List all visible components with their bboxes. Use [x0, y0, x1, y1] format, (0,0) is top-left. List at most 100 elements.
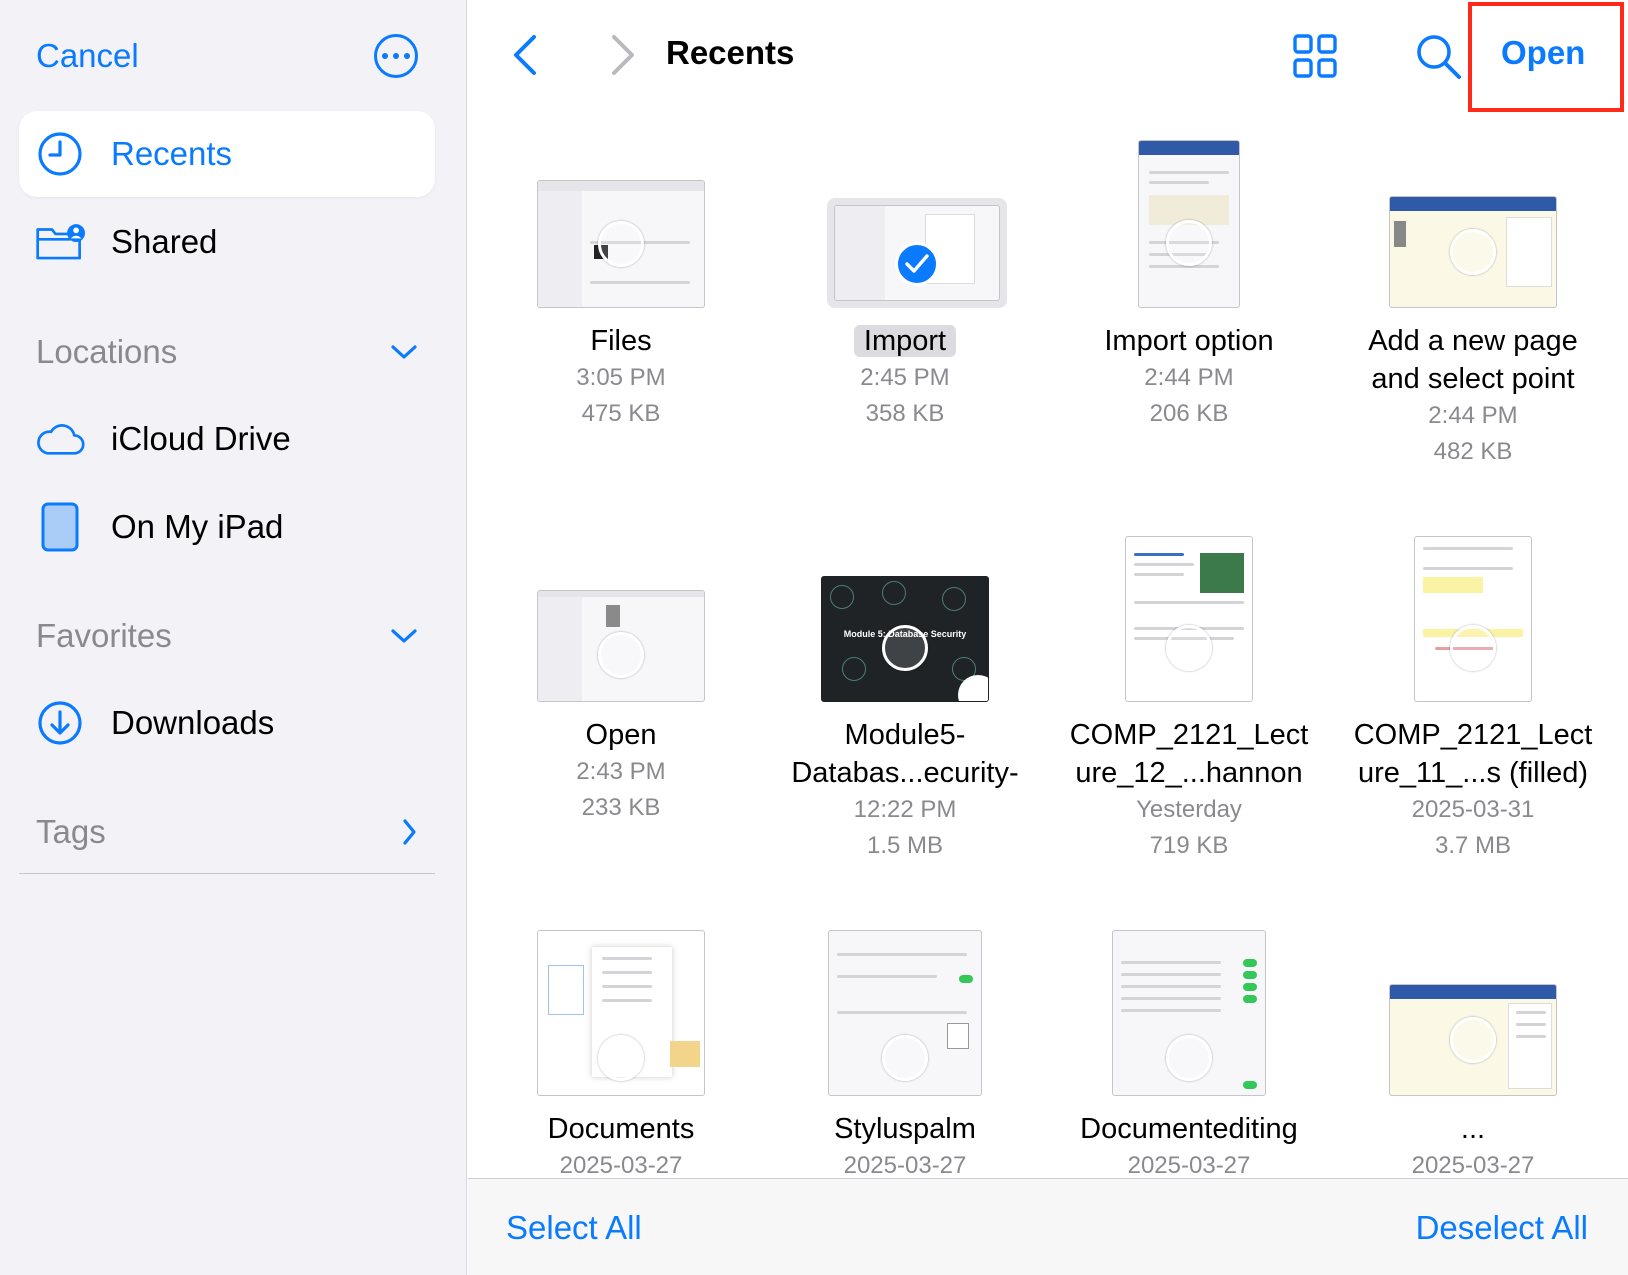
- sidebar-item-downloads[interactable]: Downloads: [19, 680, 435, 766]
- page-title: Recents: [666, 34, 795, 71]
- file-time: 2:43 PM: [576, 758, 666, 785]
- file-time: 2:45 PM: [860, 364, 950, 391]
- file-grid: Files 3:05 PM 475 KB Import 2:45 PM 358 …: [468, 112, 1628, 1178]
- sidebar-item-on-my-ipad[interactable]: On My iPad: [19, 484, 435, 570]
- file-thumbnail: [537, 590, 705, 702]
- file-name-line-2: ure_12_...hannon: [1075, 757, 1303, 789]
- file-name: Documents: [547, 1113, 695, 1145]
- file-time: Yesterday: [1136, 796, 1242, 823]
- file-size: 1.5 MB: [866, 832, 944, 859]
- file-time: 12:22 PM: [853, 796, 957, 823]
- sidebar-item-label: iCloud Drive: [111, 420, 291, 457]
- file-item-import[interactable]: Import 2:45 PM 358 KB: [763, 112, 1047, 432]
- clock-icon: [35, 129, 85, 179]
- sidebar-divider: [19, 873, 435, 874]
- file-item-documents[interactable]: Documents 2025-03-27: [479, 900, 763, 1178]
- file-item-import-option[interactable]: Import option 2:44 PM 206 KB: [1047, 112, 1331, 432]
- file-thumbnail: [537, 180, 705, 308]
- chevron-right-icon[interactable]: [602, 32, 642, 78]
- file-name: COMP_2121_Lect: [1353, 719, 1593, 751]
- sidebar-item-label: Shared: [111, 223, 218, 260]
- open-button[interactable]: Open: [1501, 34, 1585, 72]
- file-time: 2:44 PM: [1428, 402, 1518, 429]
- file-time: 2025-03-27: [559, 1152, 683, 1178]
- chevron-down-icon: [391, 345, 417, 359]
- deselect-all-button[interactable]: Deselect All: [1416, 1209, 1588, 1247]
- download-circle-icon: [35, 698, 85, 748]
- file-item-ellipsis[interactable]: ... 2025-03-27: [1331, 900, 1615, 1178]
- file-size: 358 KB: [865, 400, 945, 427]
- file-name: Styluspalm: [834, 1113, 976, 1145]
- shared-folder-icon: [35, 217, 85, 267]
- bottom-toolbar: Select All Deselect All: [468, 1178, 1628, 1275]
- file-size: 206 KB: [1149, 400, 1229, 427]
- file-item-open[interactable]: Open 2:43 PM 233 KB: [479, 506, 763, 826]
- file-name-line-2: ure_11_...s (filled): [1358, 757, 1588, 789]
- file-thumbnail: [1414, 536, 1532, 702]
- file-item-module5[interactable]: Module 5: Database Security Module5- Dat…: [763, 506, 1047, 864]
- tags-section-header[interactable]: Tags: [36, 807, 418, 857]
- file-item-comp-2121-lecture-11[interactable]: COMP_2121_Lect ure_11_...s (filled) 2025…: [1331, 506, 1615, 864]
- file-item-add-new-page[interactable]: Add a new page and select point 2:44 PM …: [1331, 112, 1615, 470]
- file-item-documentediting[interactable]: Documentediting 2025-03-27: [1047, 900, 1331, 1178]
- file-name: Import: [763, 322, 1047, 360]
- file-thumbnail: [1125, 536, 1253, 702]
- file-name-line-2: Databas...ecurity-: [791, 757, 1019, 789]
- file-name: COMP_2121_Lect: [1069, 719, 1309, 751]
- file-name: Documentediting: [1080, 1113, 1298, 1145]
- file-item-comp-2121-lecture-12[interactable]: COMP_2121_Lect ure_12_...hannon Yesterda…: [1047, 506, 1331, 864]
- toolbar: Recents Open: [468, 0, 1628, 112]
- chevron-left-icon[interactable]: [506, 32, 546, 78]
- sidebar-item-icloud-drive[interactable]: iCloud Drive: [19, 396, 435, 482]
- cancel-button[interactable]: Cancel: [36, 37, 139, 75]
- file-size: 719 KB: [1149, 832, 1229, 859]
- file-name: ...: [1460, 1113, 1486, 1145]
- file-time: 2025-03-27: [1411, 1152, 1535, 1178]
- checkmark-icon: [895, 242, 939, 286]
- file-thumbnail: [828, 930, 982, 1096]
- file-time: 2:44 PM: [1144, 364, 1234, 391]
- file-size: 3.7 MB: [1434, 832, 1512, 859]
- file-size: 475 KB: [581, 400, 661, 427]
- locations-section-header[interactable]: Locations: [36, 327, 418, 377]
- sidebar: Cancel Recents Shared Locations iCloud D…: [0, 0, 467, 1275]
- chevron-down-icon: [391, 629, 417, 643]
- section-title: Tags: [36, 813, 106, 850]
- main-panel: Recents Open Files 3:05 PM 475 KB Import…: [468, 0, 1628, 1275]
- file-name: Module5-: [844, 719, 966, 751]
- file-time: 3:05 PM: [576, 364, 666, 391]
- sidebar-item-label: On My iPad: [111, 508, 284, 545]
- file-name: Add a new page: [1368, 325, 1578, 357]
- file-thumbnail: Module 5: Database Security: [821, 576, 989, 702]
- file-thumbnail: [1389, 196, 1557, 308]
- file-thumbnail: [1138, 140, 1240, 308]
- file-name-line-2: and select point: [1371, 363, 1575, 395]
- file-item-styluspalm[interactable]: Styluspalm 2025-03-27: [763, 900, 1047, 1178]
- sidebar-item-label: Recents: [111, 135, 233, 172]
- file-time: 2025-03-27: [843, 1152, 967, 1178]
- chevron-right-icon: [403, 819, 416, 845]
- file-time: 2025-03-31: [1411, 796, 1535, 823]
- sidebar-item-recents[interactable]: Recents: [19, 111, 435, 197]
- section-title: Favorites: [36, 617, 172, 654]
- file-thumbnail: [1389, 984, 1557, 1096]
- favorites-section-header[interactable]: Favorites: [36, 611, 418, 661]
- sidebar-item-shared[interactable]: Shared: [19, 199, 435, 285]
- file-item-files[interactable]: Files 3:05 PM 475 KB: [479, 112, 763, 432]
- ellipsis-circle-icon[interactable]: [374, 34, 418, 78]
- section-title: Locations: [36, 333, 178, 370]
- file-name: Files: [590, 325, 652, 357]
- file-size: 482 KB: [1433, 438, 1513, 465]
- selection-background: [827, 198, 1007, 308]
- file-name: Import option: [1104, 325, 1274, 357]
- select-all-button[interactable]: Select All: [506, 1209, 642, 1247]
- ipad-icon: [35, 502, 85, 552]
- file-name: Open: [585, 719, 657, 751]
- search-icon[interactable]: [1414, 32, 1462, 80]
- sidebar-header: Cancel: [36, 30, 418, 82]
- file-thumbnail: [1112, 930, 1266, 1096]
- file-thumbnail: [537, 930, 705, 1096]
- grid-view-icon[interactable]: [1292, 33, 1338, 79]
- sidebar-item-label: Downloads: [111, 704, 275, 741]
- cloud-icon: [35, 414, 85, 464]
